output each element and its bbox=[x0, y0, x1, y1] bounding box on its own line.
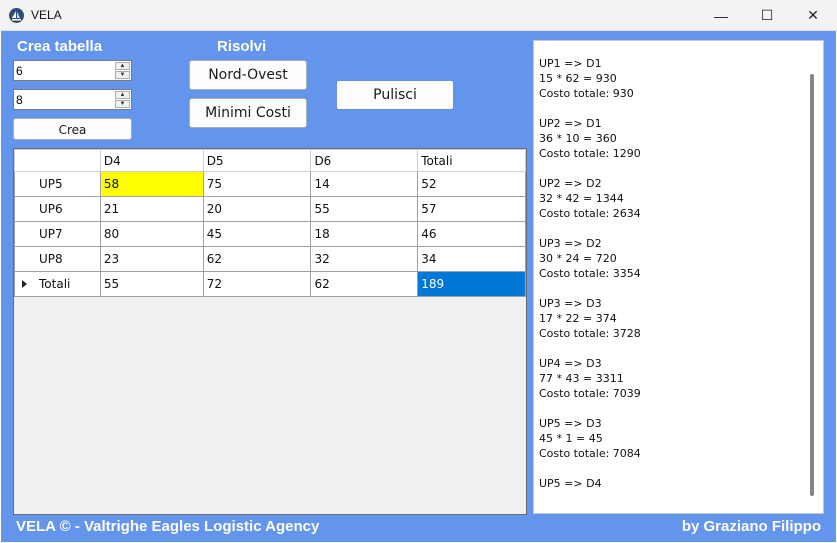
log-line: 15 * 62 = 930 bbox=[539, 72, 617, 85]
grid-cell[interactable]: 62 bbox=[202, 246, 312, 272]
grid-cell[interactable]: 80 bbox=[99, 221, 204, 247]
log-line: UP4 => D3 bbox=[539, 357, 602, 370]
rows-value[interactable]: 6 bbox=[16, 64, 23, 78]
row-label: UP7 bbox=[39, 227, 63, 241]
grid-cell[interactable]: 57 bbox=[417, 196, 526, 222]
grid-cell[interactable]: 14 bbox=[310, 171, 419, 197]
grid-cell[interactable]: 20 bbox=[202, 196, 312, 222]
maximize-button[interactable]: ☐ bbox=[744, 0, 790, 31]
log-line: 36 * 10 = 360 bbox=[539, 132, 617, 145]
current-row-arrow-icon bbox=[22, 280, 27, 288]
data-grid[interactable]: D4 D5 D6 Totali UP5 58 75 14 52 UP6 21 2… bbox=[13, 148, 527, 515]
log-line: UP5 => D4 bbox=[539, 477, 602, 490]
crea-tabella-heading: Crea tabella bbox=[17, 38, 103, 55]
grid-cell[interactable]: 72 bbox=[202, 271, 312, 297]
pulisci-button[interactable]: Pulisci bbox=[336, 80, 454, 110]
log-line: Costo totale: 3728 bbox=[539, 327, 641, 340]
column-header-d6[interactable]: D6 bbox=[310, 149, 419, 172]
log-line: 17 * 22 = 374 bbox=[539, 312, 617, 325]
row-label: UP5 bbox=[39, 177, 63, 191]
row-label: UP8 bbox=[39, 252, 63, 266]
crea-button[interactable]: Crea bbox=[13, 118, 132, 140]
minimize-button[interactable]: — bbox=[698, 0, 744, 31]
table-row: UP5 58 75 14 52 bbox=[14, 171, 526, 197]
grid-cell[interactable]: 21 bbox=[99, 196, 204, 222]
grid-cell[interactable]: 52 bbox=[417, 171, 526, 197]
results-log[interactable]: UP1 => D1 15 * 62 = 930 Costo totale: 930 U… bbox=[533, 40, 824, 514]
grid-cell[interactable]: 62 bbox=[310, 271, 419, 297]
grid-cell[interactable]: 18 bbox=[310, 221, 419, 247]
title-bar: VELA — ☐ ✕ bbox=[0, 0, 837, 31]
cols-value[interactable]: 8 bbox=[16, 93, 23, 107]
grid-cell[interactable]: 34 bbox=[417, 246, 526, 272]
grid-cell[interactable]: 55 bbox=[310, 196, 419, 222]
row-header[interactable]: UP5 bbox=[14, 171, 101, 197]
grid-header-row: D4 D5 D6 Totali bbox=[14, 149, 526, 172]
log-line: UP2 => D2 bbox=[539, 177, 602, 190]
log-line: UP3 => D2 bbox=[539, 237, 602, 250]
rows-down-arrow-icon[interactable]: ▼ bbox=[115, 71, 130, 79]
row-label: UP6 bbox=[39, 202, 63, 216]
grid-cell[interactable]: 58 bbox=[99, 171, 204, 197]
column-header-d5[interactable]: D5 bbox=[202, 149, 312, 172]
grid-cell[interactable]: 75 bbox=[202, 171, 312, 197]
cols-spinner[interactable]: 8 ▲ ▼ bbox=[13, 89, 132, 110]
grid-cell[interactable]: 45 bbox=[202, 221, 312, 247]
minimi-costi-button[interactable]: Minimi Costi bbox=[189, 98, 307, 128]
close-button[interactable]: ✕ bbox=[790, 0, 836, 31]
grid-cell[interactable]: 23 bbox=[99, 246, 204, 272]
footer-author: by Graziano Filippo bbox=[681, 518, 821, 535]
log-line: Costo totale: 7039 bbox=[539, 387, 641, 400]
column-header-d4[interactable]: D4 bbox=[99, 149, 204, 172]
log-line: Costo totale: 930 bbox=[539, 87, 634, 100]
log-line: UP5 => D3 bbox=[539, 417, 602, 430]
row-header[interactable]: UP7 bbox=[14, 221, 101, 247]
log-line: Costo totale: 1290 bbox=[539, 147, 641, 160]
risolvi-heading: Risolvi bbox=[217, 38, 267, 55]
cols-up-arrow-icon[interactable]: ▲ bbox=[115, 91, 130, 99]
grid-cell[interactable]: 55 bbox=[99, 271, 204, 297]
log-line: 32 * 42 = 1344 bbox=[539, 192, 624, 205]
log-line: UP2 => D1 bbox=[539, 117, 602, 130]
sailboat-app-icon bbox=[9, 8, 24, 23]
log-line: UP1 => D1 bbox=[539, 57, 602, 70]
row-header[interactable]: UP8 bbox=[14, 246, 101, 272]
column-header-totali[interactable]: Totali bbox=[417, 149, 526, 172]
grid-corner-cell bbox=[14, 149, 101, 172]
log-line: 45 * 1 = 45 bbox=[539, 432, 603, 445]
grid-cell-selected[interactable]: 189 bbox=[417, 271, 526, 297]
row-header[interactable]: Totali bbox=[14, 271, 101, 297]
log-scrollbar[interactable] bbox=[810, 74, 814, 496]
nord-ovest-button[interactable]: Nord-Ovest bbox=[189, 60, 307, 90]
log-line: Costo totale: 7084 bbox=[539, 447, 641, 460]
log-line: Costo totale: 3354 bbox=[539, 267, 641, 280]
table-row: UP6 21 20 55 57 bbox=[14, 196, 526, 222]
table-row: UP8 23 62 32 34 bbox=[14, 246, 526, 272]
grid-cell[interactable]: 46 bbox=[417, 221, 526, 247]
rows-spinner[interactable]: 6 ▲ ▼ bbox=[13, 60, 132, 81]
row-header[interactable]: UP6 bbox=[14, 196, 101, 222]
log-line: Costo totale: 2634 bbox=[539, 207, 641, 220]
log-line: UP3 => D3 bbox=[539, 297, 602, 310]
table-row: UP7 80 45 18 46 bbox=[14, 221, 526, 247]
footer-copyright: VELA © - Valtrighe Eagles Logistic Agenc… bbox=[16, 518, 320, 535]
rows-up-arrow-icon[interactable]: ▲ bbox=[115, 62, 130, 70]
log-line: 77 * 43 = 3311 bbox=[539, 372, 624, 385]
window-title: VELA bbox=[31, 8, 62, 22]
log-line: 30 * 24 = 720 bbox=[539, 252, 617, 265]
table-row-totali: Totali 55 72 62 189 bbox=[14, 271, 526, 297]
grid-cell[interactable]: 32 bbox=[310, 246, 419, 272]
cols-down-arrow-icon[interactable]: ▼ bbox=[115, 100, 130, 108]
